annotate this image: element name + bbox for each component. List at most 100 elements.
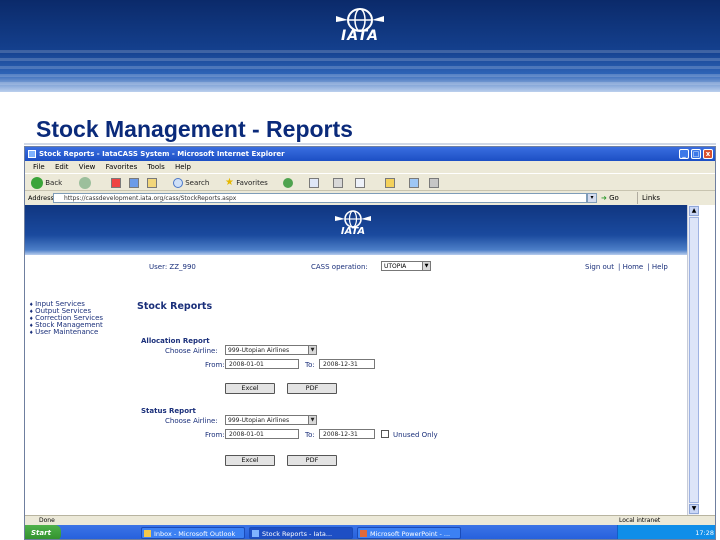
status-zone: Local intranet	[619, 517, 661, 524]
user-label: User: ZZ_990	[149, 263, 196, 271]
scroll-down-arrow-icon[interactable]: ▼	[689, 504, 699, 514]
slide-header-band: IATA	[0, 0, 720, 92]
allocation-to-input[interactable]: 2008-12-31	[319, 359, 375, 369]
status-to-label: To:	[305, 431, 315, 439]
messenger-button[interactable]	[409, 177, 419, 189]
go-button[interactable]: ➜ Go	[601, 192, 619, 204]
menu-help[interactable]: Help	[175, 163, 191, 171]
nav-user-maintenance[interactable]: User Maintenance	[29, 329, 103, 336]
chevron-down-icon: ▼	[308, 416, 316, 424]
home-button[interactable]	[147, 177, 157, 189]
slide: IATA Stock Management - Reports Stock Re…	[0, 0, 720, 540]
chevron-down-icon: ▼	[422, 262, 430, 270]
menu-edit[interactable]: Edit	[55, 163, 69, 171]
search-icon	[173, 178, 183, 188]
help-link[interactable]: Help	[652, 263, 668, 271]
browser-window: Stock Reports - IataCASS System - Micros…	[24, 146, 716, 540]
page-logo-text: IATA	[340, 226, 366, 237]
menu-file[interactable]: File	[33, 163, 45, 171]
mail-button[interactable]	[309, 177, 319, 189]
task-outlook-label: Inbox - Microsoft Outlook	[154, 530, 236, 538]
taskbar: Start Inbox - Microsoft Outlook Stock Re…	[25, 525, 715, 539]
print-button[interactable]	[333, 177, 343, 189]
folder-icon	[385, 178, 395, 188]
tray-clock: 17:28	[695, 529, 714, 537]
back-button[interactable]: Back	[31, 177, 62, 189]
top-links: Sign out | Home | Help	[585, 263, 668, 271]
stop-button[interactable]	[111, 177, 121, 189]
task-powerpoint-label: Microsoft PowerPoint - ...	[370, 530, 451, 538]
status-pdf-button[interactable]: PDF	[287, 455, 337, 466]
system-tray: 17:28	[617, 525, 715, 539]
address-input[interactable]: https://cassdevelopment.iata.org/cass/St…	[53, 193, 587, 203]
allocation-airline-select[interactable]: 999-Utopian Airlines ▼	[225, 345, 317, 355]
status-from-label: From:	[205, 431, 225, 439]
edit-button[interactable]	[355, 177, 365, 189]
home-link[interactable]: Home	[623, 263, 644, 271]
allocation-report-heading: Allocation Report	[141, 337, 210, 345]
status-bar: Done Local intranet	[25, 515, 715, 525]
header-stripe	[0, 66, 720, 69]
status-from-input[interactable]: 2008-01-01	[225, 429, 299, 439]
menu-favorites[interactable]: Favorites	[106, 163, 138, 171]
links-button[interactable]: Links	[637, 192, 677, 204]
history-button[interactable]	[283, 177, 293, 189]
allocation-from-label: From:	[205, 361, 225, 369]
refresh-button[interactable]	[129, 177, 139, 189]
scroll-up-arrow-icon[interactable]: ▲	[689, 206, 699, 216]
vertical-scrollbar[interactable]: ▲ ▼	[687, 205, 699, 515]
start-button[interactable]: Start	[25, 525, 61, 539]
task-stock-reports-label: Stock Reports - Iata...	[262, 530, 333, 538]
chevron-down-icon: ▼	[308, 346, 316, 354]
status-airline-label: Choose Airline:	[165, 417, 218, 425]
allocation-pdf-button[interactable]: PDF	[287, 383, 337, 394]
status-excel-button[interactable]: Excel	[225, 455, 275, 466]
close-button[interactable]: x	[703, 149, 713, 159]
forward-button[interactable]	[79, 177, 91, 189]
powerpoint-icon	[360, 530, 367, 537]
menu-tools[interactable]: Tools	[147, 163, 164, 171]
unused-only-checkbox[interactable]	[381, 430, 389, 438]
search-button[interactable]: Search	[173, 177, 209, 189]
tools-icon	[429, 178, 439, 188]
menu-view[interactable]: View	[79, 163, 96, 171]
header-stripe	[0, 74, 720, 77]
status-to-input[interactable]: 2008-12-31	[319, 429, 375, 439]
sign-out-link[interactable]: Sign out	[585, 263, 614, 271]
folder-button[interactable]	[385, 177, 395, 189]
history-icon	[283, 178, 293, 188]
header-stripe	[0, 50, 720, 53]
address-dropdown[interactable]: ▾	[587, 193, 597, 203]
allocation-excel-button[interactable]: Excel	[225, 383, 275, 394]
iata-logo-text: IATA	[340, 28, 379, 44]
browser-toolbar: Back Search ★ Favorites	[25, 173, 715, 191]
cass-operation-select[interactable]: UTOPIA ▼	[381, 261, 431, 271]
go-arrow-icon: ➜	[601, 194, 607, 202]
cass-operation-value: UTOPIA	[384, 263, 407, 270]
address-label: Address	[28, 194, 54, 202]
address-bar: Address https://cassdevelopment.iata.org…	[25, 191, 715, 205]
maximize-button[interactable]: □	[691, 149, 701, 159]
left-nav: Input Services Output Services Correctio…	[29, 301, 103, 336]
search-label: Search	[185, 179, 210, 187]
favorites-button[interactable]: ★ Favorites	[225, 177, 268, 189]
task-powerpoint[interactable]: Microsoft PowerPoint - ...	[357, 527, 461, 539]
edit-icon	[355, 178, 365, 188]
header-stripe	[0, 82, 720, 85]
task-outlook[interactable]: Inbox - Microsoft Outlook	[141, 527, 245, 539]
task-stock-reports[interactable]: Stock Reports - Iata...	[249, 527, 353, 539]
title-divider	[24, 143, 716, 145]
status-airline-select[interactable]: 999-Utopian Airlines ▼	[225, 415, 317, 425]
unused-only-label: Unused Only	[393, 431, 438, 439]
scroll-thumb[interactable]	[689, 217, 699, 503]
tools-button[interactable]	[429, 177, 439, 189]
cass-operation-label: CASS operation:	[311, 263, 368, 271]
allocation-from-input[interactable]: 2008-01-01	[225, 359, 299, 369]
status-text: Done	[39, 517, 55, 524]
back-label: Back	[45, 179, 63, 187]
minimize-button[interactable]: _	[679, 149, 689, 159]
back-arrow-icon	[31, 177, 43, 189]
star-icon: ★	[225, 177, 234, 188]
status-airline-value: 999-Utopian Airlines	[228, 417, 290, 424]
print-icon	[333, 178, 343, 188]
